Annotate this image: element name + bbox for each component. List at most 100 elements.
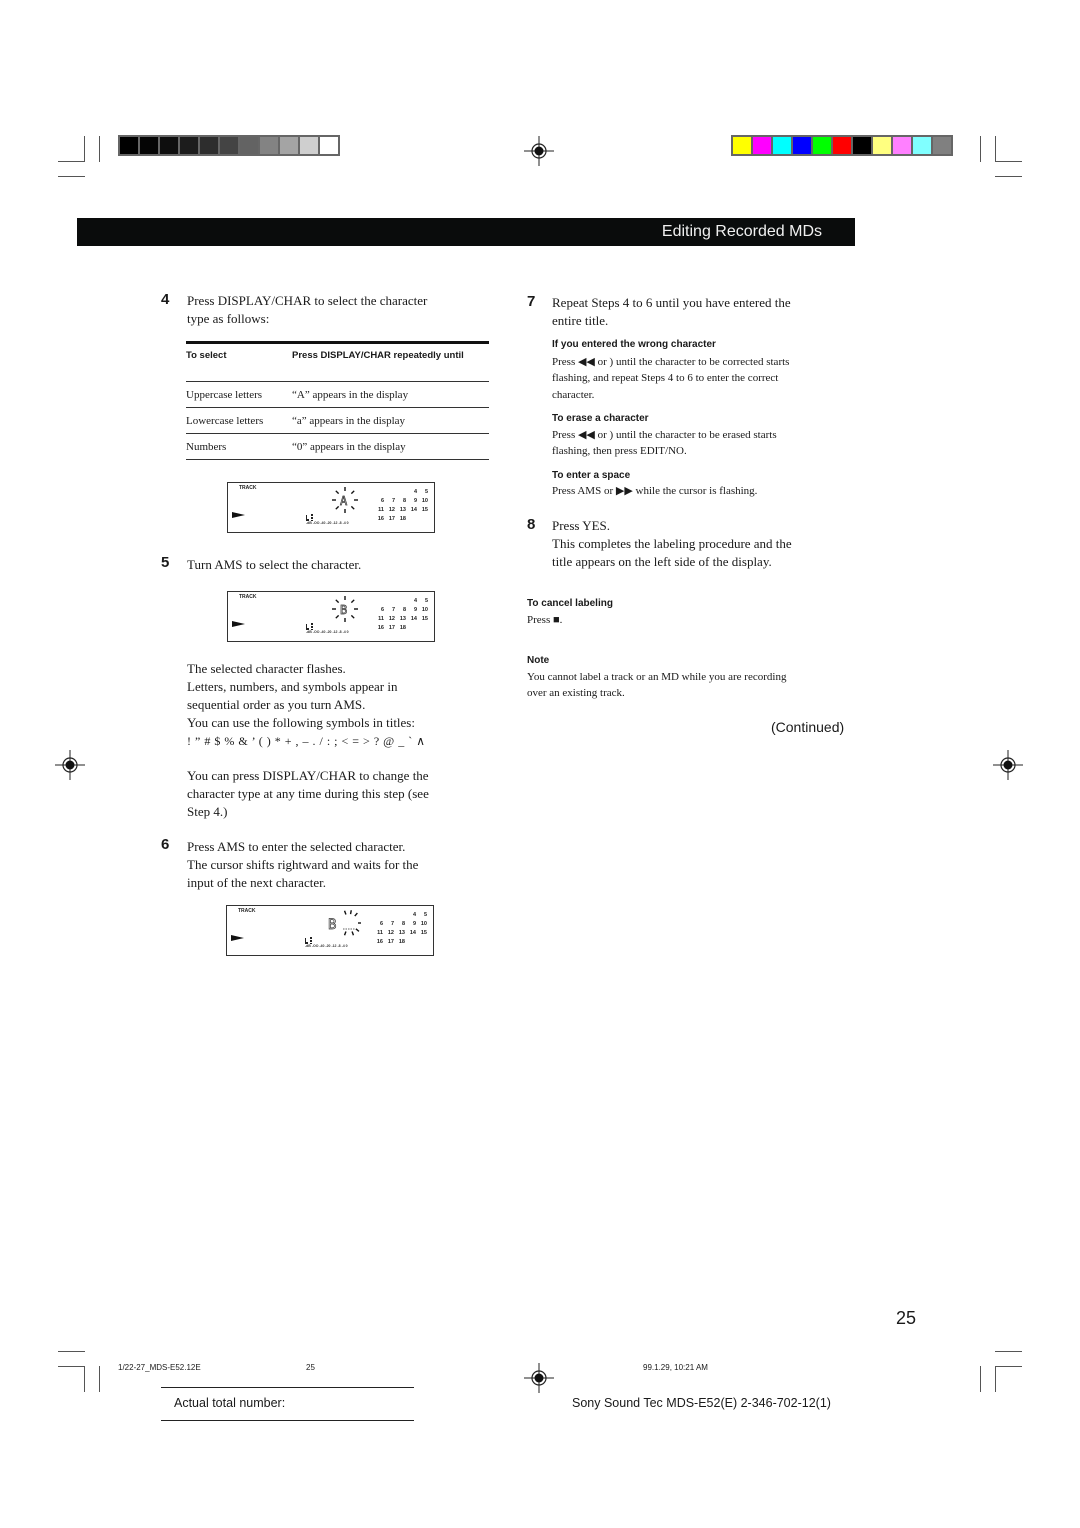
- crop-mark: [84, 136, 85, 162]
- step5-description: The selected character flashes. Letters,…: [187, 660, 425, 750]
- lcd-track-number: 8: [402, 498, 406, 504]
- lcd-track-number: 9: [412, 921, 416, 927]
- lcd-track-number: 11: [378, 616, 384, 622]
- registration-target-icon: [993, 750, 1023, 780]
- product-code: Sony Sound Tec MDS-E52(E) 2-346-702-12(1…: [572, 1396, 831, 1410]
- footer-timestamp: 99.1.29, 10:21 AM: [643, 1363, 708, 1372]
- table-row: Lowercase letters “a” appears in the dis…: [186, 408, 489, 434]
- lcd-track-number: 14: [410, 507, 417, 513]
- lcd-track-number: 8: [402, 607, 406, 613]
- lcd-track-number: 7: [390, 921, 394, 927]
- lcd-track-number: 16: [376, 939, 383, 945]
- step6-text: Press AMS to enter the selected characte…: [187, 838, 418, 892]
- erase-character-text: Press ◀◀ or ) until the character to be …: [552, 427, 777, 460]
- color-swatch: [853, 137, 871, 154]
- grayscale-swatch: [200, 137, 218, 154]
- step-number: 5: [161, 554, 170, 571]
- lcd-track-number: 12: [388, 616, 395, 622]
- color-swatch: [933, 137, 951, 154]
- grayscale-swatch: [240, 137, 258, 154]
- lcd-track-number: 11: [378, 507, 384, 513]
- lcd-track-number: 5: [424, 489, 428, 495]
- table-cell: “0” appears in the display: [292, 440, 406, 453]
- lcd-track-number: 15: [420, 930, 427, 936]
- lcd-track-number: 10: [421, 498, 428, 504]
- text-line: This completes the labeling procedure an…: [552, 536, 792, 551]
- grayscale-swatch: [300, 137, 318, 154]
- lcd-track-number: 10: [420, 921, 427, 927]
- text-line: type as follows:: [187, 311, 270, 326]
- table-row: Uppercase letters “A” appears in the dis…: [186, 382, 489, 408]
- lcd-track-number: 17: [387, 939, 394, 945]
- text-line: character type at any time during this s…: [187, 786, 429, 801]
- flashing-character-icon: B: [332, 596, 358, 622]
- registration-target-icon: [55, 750, 85, 780]
- lcd-track-number: 12: [387, 930, 394, 936]
- step8-text: Press YES. This completes the labeling p…: [552, 517, 792, 571]
- grayscale-swatch: [180, 137, 198, 154]
- cancel-labeling-heading: To cancel labeling: [527, 598, 613, 609]
- text-line: Press AMS to enter the selected characte…: [187, 839, 406, 854]
- lcd-track-number: 4: [413, 489, 417, 495]
- note-heading: Note: [527, 655, 550, 666]
- text-line: Press YES.: [552, 518, 611, 533]
- lcd-track-number: 14: [409, 930, 416, 936]
- level-meter-icon: [305, 937, 312, 944]
- symbol-list: ! ” # $ % & ’ ( ) * + , – . / : ; < = > …: [187, 734, 426, 748]
- text-line: Press ◀◀ or ) until the character to be …: [552, 429, 777, 441]
- color-calibration-bar: [731, 135, 953, 156]
- step-number: 7: [527, 293, 536, 310]
- color-swatch: [733, 137, 751, 154]
- text-line: You can press DISPLAY/CHAR to change the: [187, 768, 429, 783]
- play-indicator-icon: [232, 621, 245, 627]
- grayscale-swatch: [140, 137, 158, 154]
- footer-rule: [161, 1387, 414, 1388]
- text-line: The cursor shifts rightward and waits fo…: [187, 857, 419, 872]
- lcd-track-number: 17: [388, 625, 395, 631]
- lcd-track-number: 5: [424, 598, 428, 604]
- character-type-table: To select Press DISPLAY/CHAR repeatedly …: [186, 341, 489, 460]
- enter-space-text: Press AMS or ▶▶ while the cursor is flas…: [552, 483, 757, 499]
- continued-label: (Continued): [771, 719, 845, 735]
- crop-mark: [58, 176, 85, 177]
- grayscale-swatch: [220, 137, 238, 154]
- step-number: 8: [527, 516, 536, 533]
- lcd-track-number: 8: [401, 921, 405, 927]
- color-swatch: [753, 137, 771, 154]
- text-line: input of the next character.: [187, 875, 326, 890]
- lcd-track-numbers: 4 5 6 7 8 9 10 11 12 13 14 15 16 17 18: [373, 488, 428, 524]
- text-line: entire title.: [552, 313, 609, 328]
- cancel-labeling-text: Press ■.: [527, 614, 563, 626]
- step7-text: Repeat Steps 4 to 6 until you have enter…: [552, 294, 791, 330]
- section-title: Editing Recorded MDs: [661, 223, 822, 240]
- step4-text: Press DISPLAY/CHAR to select the charact…: [187, 292, 427, 328]
- lcd-track-number: 6: [380, 498, 384, 504]
- step5-note: You can press DISPLAY/CHAR to change the…: [187, 767, 429, 821]
- crop-mark: [995, 176, 1022, 177]
- text-line: character.: [552, 388, 595, 401]
- text-line: title appears on the left side of the di…: [552, 554, 772, 569]
- lcd-track-number: 18: [398, 939, 405, 945]
- lcd-track-number: 9: [413, 498, 417, 504]
- text-line: Step 4.): [187, 804, 228, 819]
- lcd-track-number: 15: [421, 616, 428, 622]
- crop-mark: [58, 1351, 85, 1352]
- grayscale-swatch: [320, 137, 338, 154]
- flashing-character-icon: A: [332, 487, 358, 513]
- lcd-track-number: 15: [421, 507, 428, 513]
- play-indicator-icon: [231, 935, 244, 941]
- text-line: Press ◀◀ or ) until the character to be …: [552, 356, 790, 368]
- lcd-track-label: TRACK: [239, 485, 257, 491]
- wrong-character-text: Press ◀◀ or ) until the character to be …: [552, 354, 789, 403]
- play-indicator-icon: [232, 512, 245, 518]
- lcd-track-number: 12: [388, 507, 395, 513]
- table-cell: “A” appears in the display: [292, 388, 409, 401]
- registration-target-icon: [524, 1363, 554, 1393]
- lcd-track-number: 16: [377, 625, 384, 631]
- lcd-track-number: 14: [410, 616, 417, 622]
- table-cell: Lowercase letters: [186, 414, 264, 427]
- crop-mark: [995, 1366, 996, 1392]
- lcd-track-number: 13: [398, 930, 405, 936]
- enter-space-heading: To enter a space: [552, 470, 631, 481]
- level-meter-icon: [306, 514, 313, 521]
